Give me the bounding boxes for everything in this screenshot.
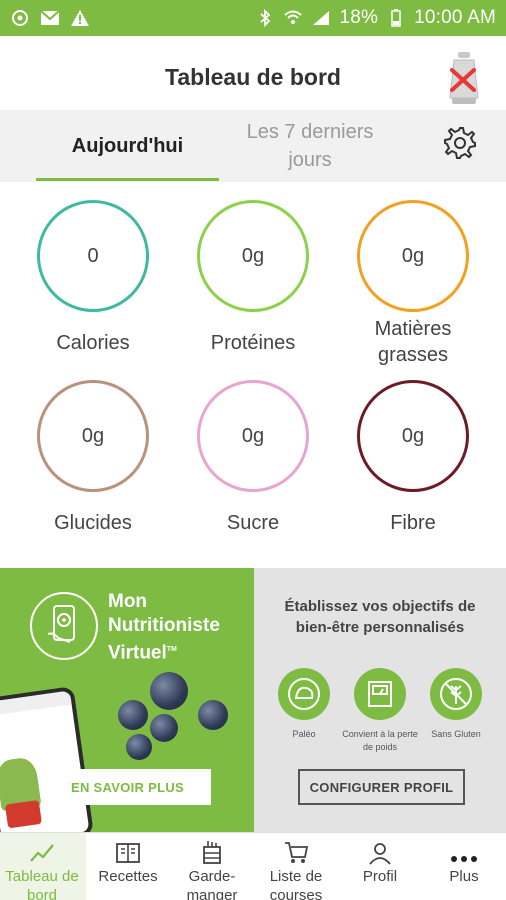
recipes-icon: [86, 833, 170, 865]
nutrient-fiber[interactable]: 0g Fibre: [338, 380, 488, 536]
chart-line-icon: [0, 833, 84, 865]
nutrient-calories[interactable]: 0 Calories: [18, 200, 168, 356]
battery-icon: [386, 8, 406, 28]
nutrient-label: Glucides: [54, 512, 132, 534]
nutrient-ring: 0g: [197, 380, 309, 492]
paleo-icon: [278, 668, 330, 720]
diet-paleo[interactable]: Paléo: [264, 668, 344, 741]
pantry-icon: [170, 833, 254, 865]
nutrient-label: Sucre: [226, 512, 280, 534]
more-icon: [422, 833, 506, 865]
mail-icon: [40, 8, 60, 28]
weight-loss-icon: [354, 668, 406, 720]
tab-active-indicator: [36, 178, 219, 181]
nav-profile[interactable]: Profil: [338, 833, 422, 900]
diet-label: Convient à la perte de poids: [342, 729, 418, 752]
nutrient-ring: 0g: [357, 200, 469, 312]
nav-more[interactable]: Plus: [422, 833, 506, 900]
nav-label: Tableau de bord: [5, 868, 79, 900]
nav-dashboard[interactable]: Tableau de bord: [0, 833, 84, 900]
nav-label: Garde-manger: [186, 868, 238, 900]
virtual-nutritionist-panel[interactable]: Mon Nutritioniste VirtuelTM EN SAVOIR PL…: [0, 568, 254, 832]
gear-icon[interactable]: [442, 125, 478, 166]
status-bar: 18% 10:00 AM: [0, 0, 506, 36]
nutrient-carbs[interactable]: 0g Glucides: [18, 380, 168, 536]
app-header: Tableau de bord: [0, 36, 506, 110]
sync-icon: [10, 8, 30, 28]
page-title: Tableau de bord: [165, 64, 341, 90]
blueberry-image: [150, 714, 178, 742]
bluetooth-icon: [255, 8, 275, 28]
nav-label: Recettes: [98, 868, 158, 885]
nutrient-label: Matières grasses: [374, 318, 452, 366]
nav-label: Liste de courses: [269, 868, 323, 900]
diet-label: Sans Gluten: [431, 729, 481, 739]
scale-disconnected-icon[interactable]: [444, 50, 484, 108]
goals-title: Établissez vos objectifs de bien-être pe…: [284, 598, 476, 636]
promo-banner: Mon Nutritioniste VirtuelTM EN SAVOIR PL…: [0, 568, 506, 832]
diet-weight-loss[interactable]: Convient à la perte de poids: [340, 668, 420, 754]
nav-label: Plus: [449, 868, 479, 885]
clock: 10:00 AM: [414, 7, 496, 28]
nutrient-ring: 0g: [197, 200, 309, 312]
blueberry-image: [126, 734, 152, 760]
nutrient-fats[interactable]: 0g Matières grasses: [338, 200, 488, 368]
nutrient-label: Fibre: [390, 512, 436, 534]
nutrient-label: Protéines: [210, 332, 296, 354]
cart-icon: [254, 833, 338, 865]
nav-recipes[interactable]: Recettes: [86, 833, 170, 900]
nutritionist-phone-icon: [30, 592, 98, 660]
goals-panel: Établissez vos objectifs de bien-être pe…: [254, 568, 506, 832]
nutrient-label: Calories: [56, 332, 130, 354]
bottom-navigation: Tableau de bord Recettes Garde-manger Li…: [0, 832, 506, 900]
period-tabs: Aujourd'hui Les 7 derniers jours: [0, 110, 506, 182]
blueberry-image: [198, 700, 228, 730]
learn-more-button[interactable]: EN SAVOIR PLUS: [44, 769, 211, 805]
nav-pantry[interactable]: Garde-manger: [170, 833, 254, 900]
nutrient-ring: 0g: [357, 380, 469, 492]
user-icon: [338, 833, 422, 865]
blueberry-image: [150, 672, 188, 710]
nav-label: Profil: [362, 868, 398, 885]
tab-today[interactable]: Aujourd'hui: [36, 110, 219, 182]
gluten-free-icon: [430, 668, 482, 720]
promo-title: Mon Nutritioniste VirtuelTM: [108, 591, 220, 664]
diet-label: Paléo: [292, 729, 316, 739]
signal-icon: [311, 8, 331, 28]
nutrient-sugar[interactable]: 0g Sucre: [178, 380, 328, 536]
wifi-icon: [283, 8, 303, 28]
nutrient-ring: 0: [37, 200, 149, 312]
nav-shopping-list[interactable]: Liste de courses: [254, 833, 338, 900]
phone-illustration: [0, 686, 94, 832]
blueberry-image: [118, 700, 148, 730]
tab-last-7-days[interactable]: Les 7 derniers jours: [225, 118, 395, 174]
configure-profile-button[interactable]: CONFIGURER PROFIL: [298, 769, 465, 805]
nutrient-proteins[interactable]: 0g Protéines: [178, 200, 328, 356]
warning-icon: [70, 8, 90, 28]
battery-percent: 18%: [339, 7, 379, 28]
nutrient-ring: 0g: [37, 380, 149, 492]
diet-gluten-free[interactable]: Sans Gluten: [416, 668, 496, 741]
